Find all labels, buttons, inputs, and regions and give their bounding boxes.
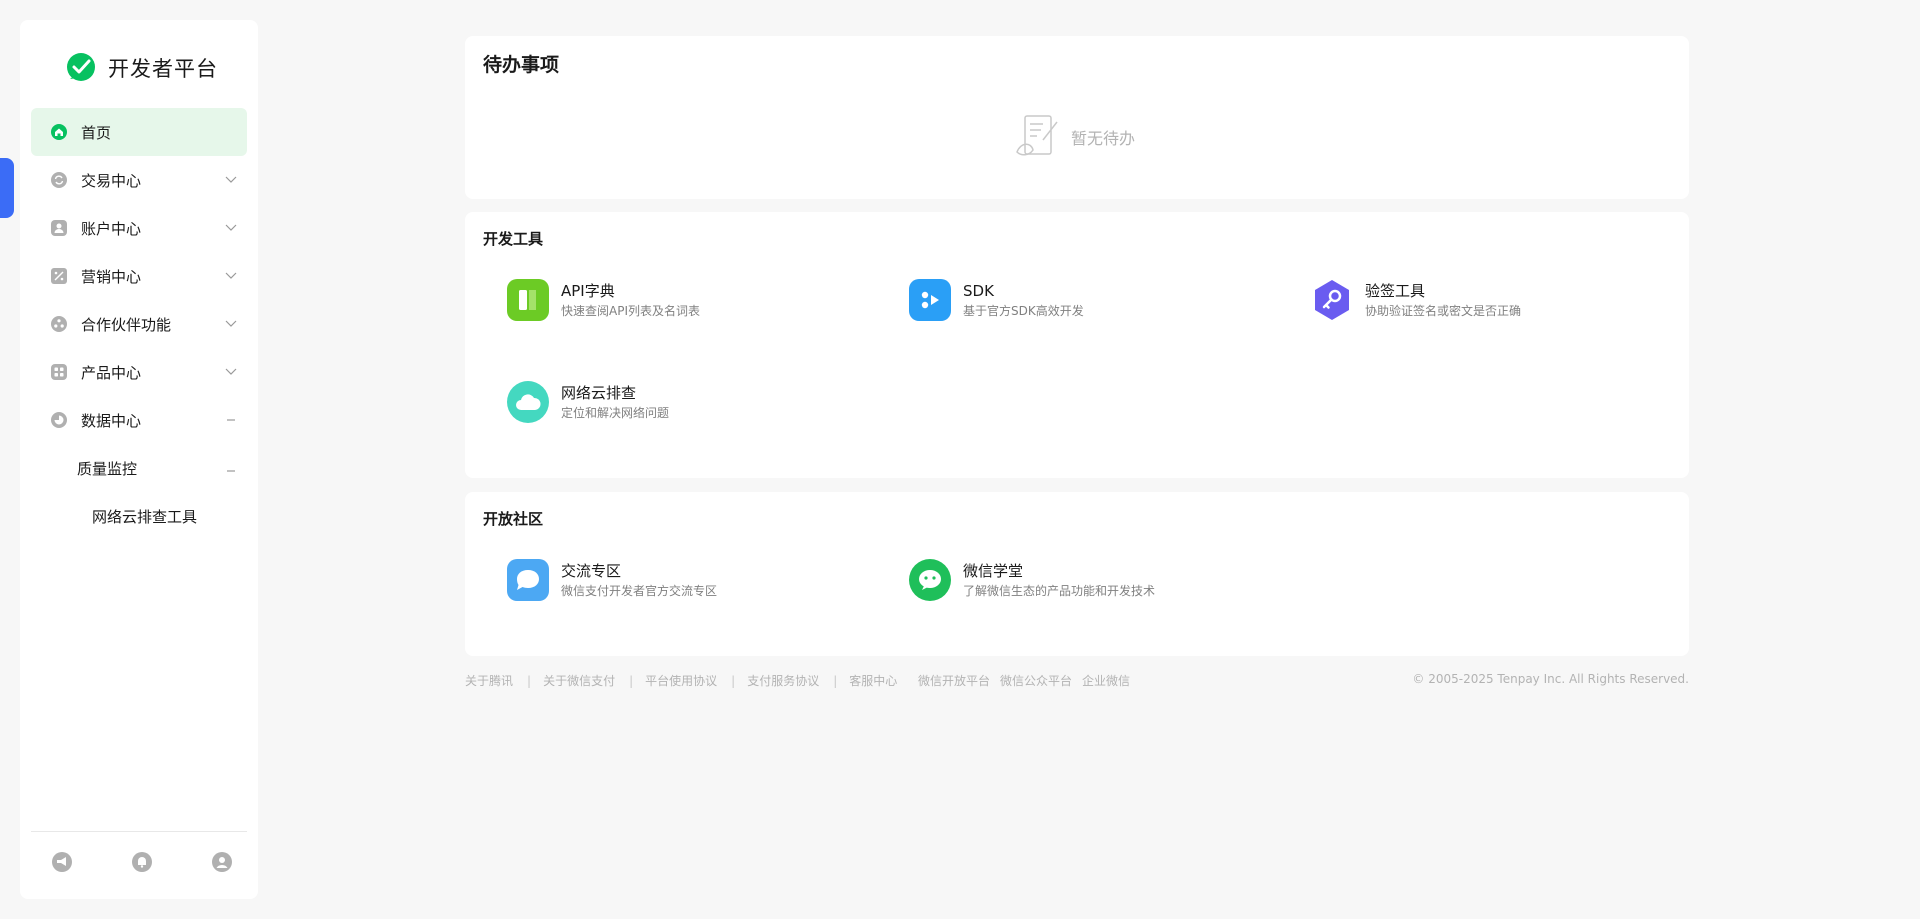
todo-title: 待办事项	[483, 54, 560, 76]
dev-tools-card: 开发工具 API字典 快速查阅API列表及名词表 SDK 基于官方SDK高效开发…	[465, 212, 1689, 478]
copyright: © 2005-2025 Tenpay Inc. All Rights Reser…	[1412, 672, 1689, 686]
sidebar-item-label: 交易中心	[81, 171, 142, 190]
community-title: 开放社区	[483, 510, 544, 528]
wechat-icon	[909, 559, 951, 601]
todo-empty-text: 暂无待办	[1071, 129, 1136, 148]
sidebar-item-label: 质量监控	[77, 459, 138, 478]
tool-network-cloud-check[interactable]: 网络云排查 定位和解决网络问题	[507, 381, 887, 423]
chevron-down-icon[interactable]	[225, 366, 237, 378]
tile-desc: 基于官方SDK高效开发	[963, 304, 1084, 318]
chevron-down-icon[interactable]	[225, 174, 237, 186]
sidebar-nav: 首页 交易中心 账户中心 营销中心 合作伙伴功能 产品中心 数据中心 质量监控 …	[31, 108, 247, 540]
tile-name: API字典	[561, 282, 615, 300]
footer-partner-links: 微信开放平台 微信公众平台 企业微信	[918, 672, 1140, 689]
exchange-icon	[51, 172, 67, 188]
tool-sdk[interactable]: SDK 基于官方SDK高效开发	[909, 279, 1289, 321]
sidebar-subitem-quality-monitor[interactable]: 质量监控	[31, 444, 247, 492]
sidebar-item-data[interactable]: 数据中心	[31, 396, 247, 444]
side-drawer-tab[interactable]	[0, 158, 14, 218]
sidebar-item-partner[interactable]: 合作伙伴功能	[31, 300, 247, 348]
community-card: 开放社区 交流专区 微信支付开发者官方交流专区 微信学堂 了解微信生态的产品功能…	[465, 492, 1689, 656]
page-footer: 关于腾讯 | 关于微信支付 | 平台使用协议 | 支付服务协议 | 客服中心 微…	[465, 672, 1689, 690]
tile-name: 验签工具	[1365, 282, 1426, 300]
footer-link-support-center[interactable]: 客服中心	[849, 672, 897, 689]
tile-desc: 微信支付开发者官方交流专区	[561, 584, 718, 598]
chevron-down-icon[interactable]	[225, 270, 237, 282]
todo-empty-state: 暂无待办	[1013, 112, 1135, 162]
tool-signature-verify[interactable]: 验签工具 协助验证签名或密文是否正确	[1311, 279, 1691, 321]
chevron-down-icon[interactable]	[225, 222, 237, 234]
sidebar-item-label: 营销中心	[81, 267, 142, 286]
footer-link-platform-agreement[interactable]: 平台使用协议	[645, 672, 717, 689]
sidebar-item-label: 账户中心	[81, 219, 142, 238]
sidebar-divider	[31, 831, 247, 832]
tile-desc: 了解微信生态的产品功能和开发技术	[963, 584, 1156, 598]
account-icon	[51, 220, 67, 236]
sidebar-item-product[interactable]: 产品中心	[31, 348, 247, 396]
sidebar-item-trade[interactable]: 交易中心	[31, 156, 247, 204]
sidebar-item-marketing[interactable]: 营销中心	[31, 252, 247, 300]
community-forum[interactable]: 交流专区 微信支付开发者官方交流专区	[507, 559, 887, 601]
sidebar: 开发者平台 首页 交易中心 账户中心 营销中心 合作伙伴功能 产品中心 数据中心…	[20, 20, 258, 899]
sidebar-footer	[52, 852, 232, 872]
footer-link-about-wechatpay[interactable]: 关于微信支付	[543, 672, 615, 689]
footer-link-official-accounts[interactable]: 微信公众平台	[1000, 672, 1072, 689]
home-icon	[51, 124, 67, 140]
footer-link-wecom[interactable]: 企业微信	[1082, 672, 1130, 689]
brand[interactable]: 开发者平台	[64, 50, 218, 86]
sidebar-item-label: 数据中心	[81, 411, 142, 430]
cloud-icon	[507, 381, 549, 423]
empty-document-icon	[1013, 112, 1063, 162]
tile-name: 交流专区	[561, 562, 622, 580]
footer-links: 关于腾讯 | 关于微信支付 | 平台使用协议 | 支付服务协议 | 客服中心	[465, 672, 898, 689]
data-pie-icon	[51, 412, 67, 428]
chat-bubble-icon	[507, 559, 549, 601]
todo-card: 待办事项 暂无待办	[465, 36, 1689, 199]
announcement-icon[interactable]	[52, 852, 72, 872]
footer-link-open-platform[interactable]: 微信开放平台	[918, 672, 990, 689]
tile-name: SDK	[963, 282, 994, 300]
community-wechat-academy[interactable]: 微信学堂 了解微信生态的产品功能和开发技术	[909, 559, 1289, 601]
tile-name: 微信学堂	[963, 562, 1024, 580]
sidebar-item-label: 首页	[81, 123, 112, 142]
sidebar-subitem-network-cloud-tool[interactable]: 网络云排查工具	[31, 492, 247, 540]
sidebar-item-account[interactable]: 账户中心	[31, 204, 247, 252]
user-avatar-icon[interactable]	[212, 852, 232, 872]
tool-api-dictionary[interactable]: API字典 快速查阅API列表及名词表	[507, 279, 887, 321]
partner-icon	[51, 316, 67, 332]
footer-link-about-tencent[interactable]: 关于腾讯	[465, 672, 513, 689]
tile-desc: 协助验证签名或密文是否正确	[1365, 304, 1522, 318]
book-icon	[507, 279, 549, 321]
dev-tools-title: 开发工具	[483, 230, 544, 248]
sidebar-item-label: 网络云排查工具	[92, 507, 198, 526]
collapse-dash-icon[interactable]	[225, 459, 237, 477]
wechat-pay-logo-icon	[64, 52, 98, 84]
sdk-icon	[909, 279, 951, 321]
discount-icon	[51, 268, 67, 284]
tile-desc: 定位和解决网络问题	[561, 406, 670, 420]
sidebar-item-label: 合作伙伴功能	[81, 315, 172, 334]
tile-name: 网络云排查	[561, 384, 637, 402]
product-grid-icon	[51, 364, 67, 380]
collapse-dash-icon[interactable]	[225, 414, 237, 426]
key-icon	[1311, 279, 1353, 321]
footer-link-payment-agreement[interactable]: 支付服务协议	[747, 672, 819, 689]
chevron-down-icon[interactable]	[225, 318, 237, 330]
sidebar-item-home[interactable]: 首页	[31, 108, 247, 156]
tile-desc: 快速查阅API列表及名词表	[561, 304, 700, 318]
brand-title: 开发者平台	[108, 57, 218, 81]
sidebar-item-label: 产品中心	[81, 363, 142, 382]
bell-icon[interactable]	[132, 852, 152, 872]
